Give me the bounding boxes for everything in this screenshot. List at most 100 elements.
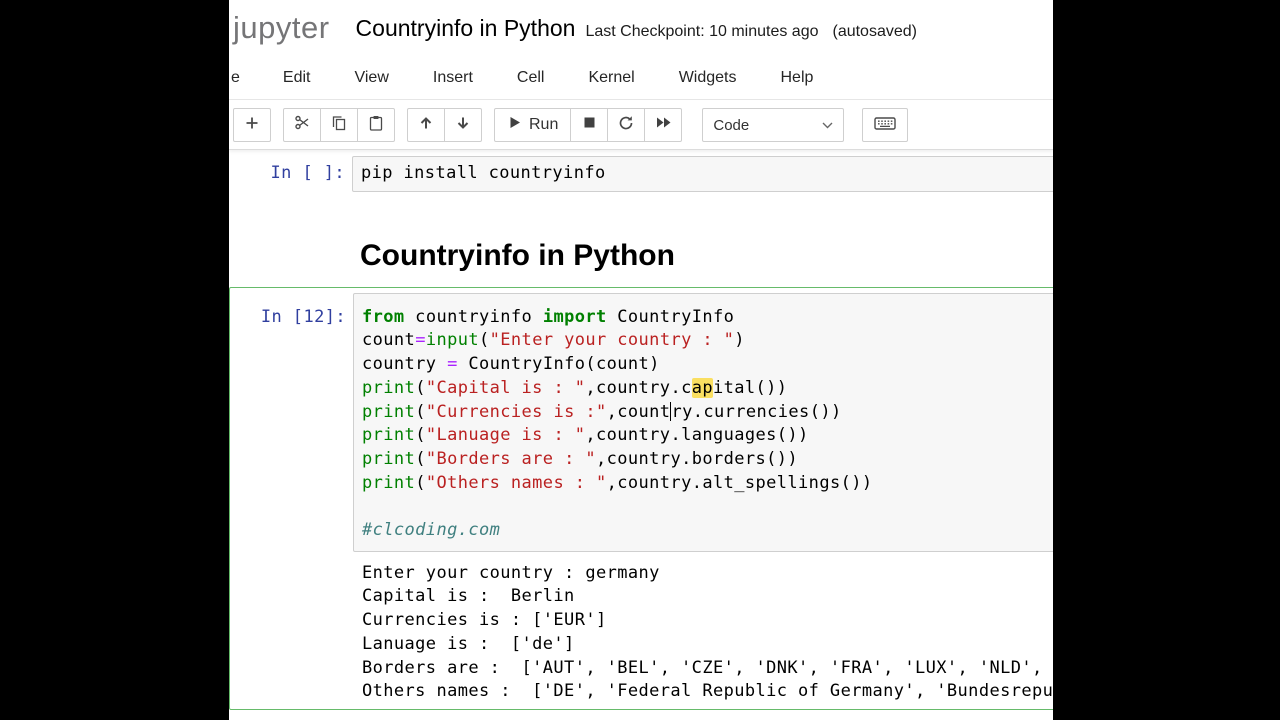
letterbox-right: [1053, 0, 1280, 720]
run-button-label: Run: [529, 116, 559, 133]
code-token: ,country.borders()): [596, 448, 799, 469]
command-palette-button[interactable]: [862, 108, 909, 142]
restart-run-all-button[interactable]: [644, 108, 683, 142]
code-token: ry.currencies()): [671, 401, 842, 422]
code-token: ,country.c: [585, 377, 692, 398]
jupyter-logo[interactable]: jupyter: [233, 10, 330, 46]
code-token: ,count: [606, 401, 671, 422]
markdown-heading: Countryinfo in Python: [360, 238, 675, 272]
cell-2-input-row: In [12]: from countryinfo import Country…: [235, 292, 1053, 552]
code-token: (: [415, 472, 426, 493]
chevron-down-icon: [822, 116, 833, 134]
code-token: "Others names : ": [425, 472, 607, 493]
code-line: print("Others names : ",country.alt_spel…: [362, 472, 1053, 496]
cell-type-dropdown[interactable]: Code: [702, 108, 845, 142]
restart-kernel-button[interactable]: [607, 108, 646, 142]
code-token: (: [479, 330, 490, 351]
markdown-cell[interactable]: Countryinfo in Python: [229, 192, 1053, 287]
interrupt-kernel-button[interactable]: [570, 108, 609, 142]
code-token: ital()): [713, 377, 788, 398]
jupyter-notebook-app: jupyter Countryinfo in Python Last Check…: [229, 0, 1053, 720]
code-token: #clcoding.com: [362, 520, 501, 541]
menu-item-help[interactable]: Help: [759, 56, 836, 99]
add-cell-icon: [244, 115, 260, 136]
copy-cell-button[interactable]: [320, 108, 358, 142]
code-token: print: [362, 472, 416, 493]
menu-item-kernel[interactable]: Kernel: [566, 56, 656, 99]
menu-item-insert[interactable]: Insert: [411, 56, 495, 99]
code-editor[interactable]: pip install countryinfo: [352, 156, 1053, 192]
code-token: pip install countryinfo: [361, 163, 606, 183]
code-token: "Capital is : ": [425, 377, 586, 398]
code-token: "Lanuage is : ": [425, 425, 586, 446]
notebook-body: In [ ]: pip install countryinfo Countryi…: [229, 150, 1053, 710]
code-token: input: [425, 330, 480, 351]
code-token: ,country.alt_spellings()): [606, 472, 873, 493]
code-token: ,country.languages()): [585, 425, 809, 446]
input-prompt: In [ ]:: [270, 163, 345, 183]
code-line: print("Capital is : ",country.capital()): [362, 377, 1053, 401]
stop-icon: [582, 115, 597, 135]
code-token: print: [362, 448, 416, 469]
notebook-header: jupyter Countryinfo in Python Last Check…: [229, 0, 1053, 56]
menu-item-edit[interactable]: Edit: [261, 56, 333, 99]
code-token: =: [415, 330, 426, 351]
cell-type-selected: Code: [713, 116, 750, 134]
paste-cell-button[interactable]: [357, 108, 395, 142]
code-cell-1: In [ ]: pip install countryinfo: [229, 156, 1053, 192]
execution-group: Run: [494, 108, 683, 142]
code-token: print: [362, 425, 416, 446]
notebook-title[interactable]: Countryinfo in Python: [356, 15, 576, 42]
code-line: from countryinfo import CountryInfo: [362, 306, 1053, 330]
keyboard-icon: [874, 115, 897, 136]
code-token: ): [734, 330, 745, 351]
code-token: =: [447, 354, 458, 375]
restart-run-all-icon: [655, 115, 672, 135]
code-token: (: [415, 425, 426, 446]
play-icon: [507, 115, 522, 135]
code-token: CountryInfo: [606, 306, 735, 327]
code-token: (: [415, 377, 426, 398]
code-line: print("Currencies is :",country.currenci…: [362, 401, 1053, 425]
letterbox-left: [0, 0, 229, 720]
cell-2-output: Enter your country : germany Capital is :…: [235, 552, 1053, 704]
output-line: Capital is : Berlin: [362, 586, 575, 607]
code-token: "Borders are : ": [425, 448, 596, 469]
code-block: from countryinfo import CountryInfo count…: [362, 306, 1053, 543]
menu-item-widgets[interactable]: Widgets: [657, 56, 759, 99]
code-token: ap: [691, 377, 713, 398]
copy-icon: [331, 115, 347, 136]
menu-item-view[interactable]: View: [332, 56, 410, 99]
code-line: print("Borders are : ",country.borders()…: [362, 448, 1053, 472]
move-cell-up-button[interactable]: [407, 108, 445, 142]
toolbar: Run Code: [229, 100, 1053, 150]
move-down-icon: [455, 115, 471, 136]
code-token: (: [415, 401, 426, 422]
move-up-icon: [418, 115, 434, 136]
code-line: #clcoding.com: [362, 519, 1053, 543]
code-line: pip install countryinfo: [361, 162, 1052, 186]
checkpoint-status: Last Checkpoint: 10 minutes ago: [585, 22, 819, 40]
menu-bar: e Edit View Insert Cell Kernel Widgets H…: [229, 56, 1053, 100]
restart-kernel-icon: [618, 115, 634, 136]
code-token: "Enter your country : ": [489, 330, 735, 351]
code-editor[interactable]: from countryinfo import CountryInfo count…: [353, 292, 1053, 552]
run-button[interactable]: Run: [494, 108, 572, 142]
menu-item-cell[interactable]: Cell: [495, 56, 567, 99]
code-token: import: [542, 306, 607, 327]
clipboard-group: [283, 108, 395, 142]
code-line: count=input("Enter your country : "): [362, 329, 1053, 353]
code-line: country = CountryInfo(count): [362, 353, 1053, 377]
add-cell-group: [233, 108, 271, 142]
add-cell-button[interactable]: [233, 108, 271, 142]
code-token: (: [415, 448, 426, 469]
menu-item-file-partial[interactable]: e: [229, 56, 261, 99]
cut-icon: [294, 114, 311, 136]
output-line: Currencies is : ['EUR']: [362, 610, 607, 631]
paste-icon: [368, 115, 384, 136]
output-line: Others names : ['DE', 'Federal Republic …: [362, 681, 1053, 702]
code-token: print: [362, 401, 416, 422]
cut-cell-button[interactable]: [283, 108, 321, 142]
move-cell-down-button[interactable]: [444, 108, 482, 142]
